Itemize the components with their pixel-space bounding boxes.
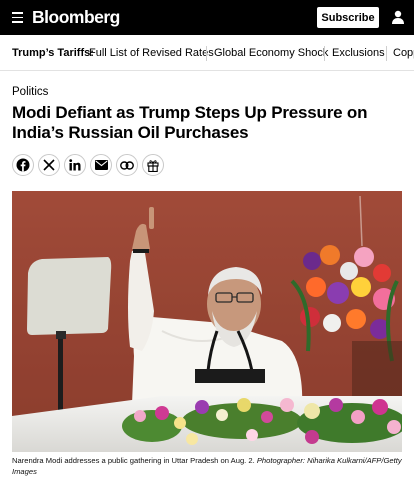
- share-facebook-button[interactable]: [12, 154, 34, 176]
- share-x-button[interactable]: [38, 154, 60, 176]
- nav-item-trumps-tariffs[interactable]: Trump’s Tariffs:: [12, 47, 94, 59]
- gift-article-button[interactable]: [142, 154, 164, 176]
- nav-divider: [324, 46, 325, 61]
- hamburger-menu-icon[interactable]: [12, 12, 23, 23]
- subscribe-button[interactable]: Subscribe: [317, 7, 379, 28]
- link-icon: [120, 160, 134, 170]
- nav-item-exclusions[interactable]: Exclusions: [332, 47, 385, 59]
- copy-link-button[interactable]: [116, 154, 138, 176]
- image-caption: Narendra Modi addresses a public gatheri…: [12, 455, 408, 477]
- user-account-icon[interactable]: [390, 9, 406, 26]
- share-buttons: [12, 154, 164, 176]
- share-linkedin-button[interactable]: [64, 154, 86, 176]
- x-icon: [43, 159, 55, 171]
- nav-divider: [386, 46, 387, 61]
- nav-item-revised-rates[interactable]: Full List of Revised Rates: [89, 47, 214, 59]
- gift-icon: [147, 159, 159, 172]
- bloomberg-logo[interactable]: Bloomberg: [32, 7, 120, 28]
- share-email-button[interactable]: [90, 154, 112, 176]
- email-icon: [94, 160, 108, 170]
- top-header-bar: Bloomberg Subscribe: [0, 0, 414, 35]
- topic-navigation: Trump’s Tariffs: Full List of Revised Ra…: [0, 36, 414, 71]
- section-label[interactable]: Politics: [12, 86, 48, 98]
- caption-text: Narendra Modi addresses a public gatheri…: [12, 456, 257, 465]
- article-hero-image: [12, 191, 402, 452]
- linkedin-icon: [69, 159, 81, 171]
- nav-divider: [206, 46, 207, 61]
- article-headline: Modi Defiant as Trump Steps Up Pressure …: [12, 103, 368, 142]
- nav-item-global-economy-shock[interactable]: Global Economy Shock: [214, 47, 328, 59]
- nav-item-copper[interactable]: Copp: [393, 47, 414, 59]
- facebook-icon: [16, 158, 30, 172]
